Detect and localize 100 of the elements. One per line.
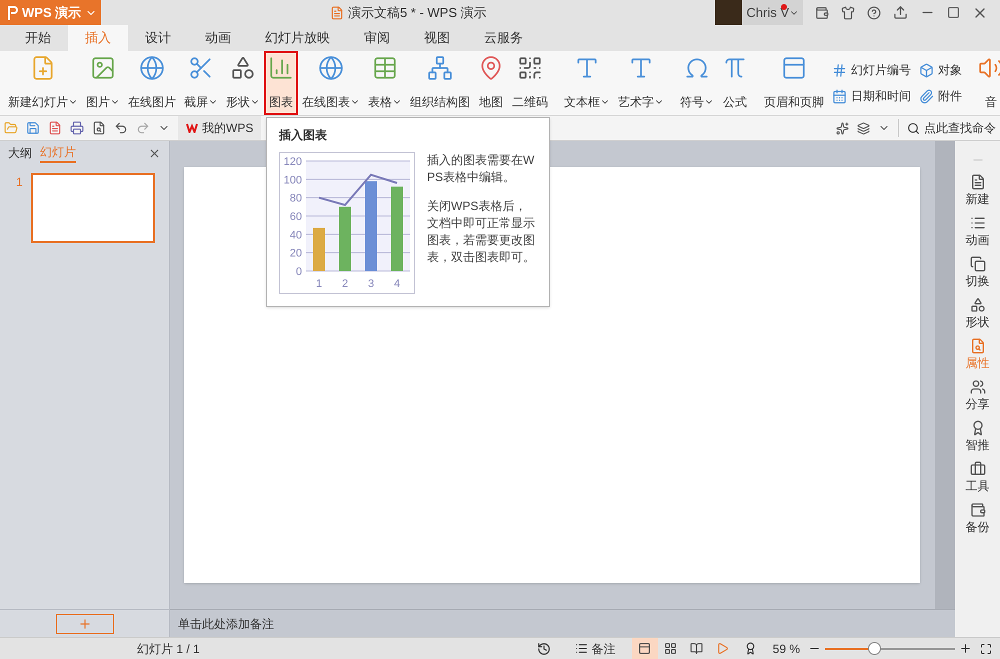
undo-icon[interactable] — [114, 121, 128, 135]
book-icon — [690, 642, 704, 655]
document-icon — [970, 174, 986, 190]
ribbon-small-button[interactable]: 附件 — [919, 87, 962, 105]
help-icon[interactable] — [867, 6, 881, 20]
ribbon-button[interactable]: 表格 — [364, 51, 406, 115]
ribbon-button[interactable]: 图表 — [264, 51, 298, 115]
normal-view-icon — [638, 642, 652, 655]
hash-icon — [832, 62, 847, 78]
qr-code-icon — [517, 55, 543, 81]
ribbon-small-button[interactable]: 日期和时间 — [832, 87, 911, 105]
sidebar-item[interactable]: 形状 — [966, 297, 990, 331]
preview-icon[interactable] — [92, 121, 106, 135]
axis-tick-label: 3 — [368, 278, 374, 290]
shapes-icon — [230, 55, 256, 81]
ribbon-button[interactable]: 地图 — [474, 51, 508, 115]
ribbon-button[interactable]: 新建幻灯片 — [4, 51, 82, 115]
ribbon-button[interactable]: 截屏 — [180, 51, 222, 115]
chart-bar — [339, 206, 351, 271]
badge-icon[interactable] — [744, 642, 757, 655]
ribbon-button[interactable]: 在线图片 — [124, 51, 180, 115]
ribbon-button[interactable]: 在线图表 — [298, 51, 364, 115]
sidebar-item[interactable]: 切换 — [966, 256, 990, 290]
axis-tick-label: 100 — [284, 174, 302, 186]
ribbon-button[interactable]: 艺术字 — [614, 51, 668, 115]
axis-tick-label: 60 — [290, 211, 302, 223]
axis-tick-label: 1 — [316, 278, 322, 290]
ribbon-tab[interactable]: 视图 — [407, 25, 467, 51]
shirt-icon[interactable] — [841, 6, 855, 20]
user-account-button[interactable]: Chris V — [742, 0, 803, 25]
grid-view-icon — [664, 642, 678, 655]
window-title: 演示文稿5 * - WPS 演示 — [348, 4, 487, 22]
ribbon-tab[interactable]: 云服务 — [467, 25, 540, 51]
box-icon — [919, 62, 934, 78]
axis-tick-label: 4 — [394, 278, 400, 290]
globe-icon — [139, 55, 165, 81]
ribbon-small-button[interactable]: 对象 — [919, 61, 962, 79]
close-icon[interactable] — [148, 146, 161, 160]
logo-icon — [186, 123, 198, 133]
print-icon[interactable] — [70, 121, 84, 135]
ribbon-tab[interactable]: 开始 — [8, 25, 68, 51]
my-wps-tab[interactable]: 我的WPS — [178, 116, 262, 140]
layers-icon[interactable] — [857, 122, 870, 134]
calendar-icon — [832, 88, 847, 104]
sidebar-item[interactable]: 新建 — [966, 174, 990, 208]
slide-thumbnail[interactable] — [30, 173, 155, 243]
fit-icon[interactable] — [980, 642, 992, 654]
upload-icon[interactable] — [893, 5, 908, 20]
avatar-placeholder — [715, 0, 742, 25]
sidebar-item[interactable]: 动画 — [966, 215, 990, 249]
sidebar-item[interactable]: 工具 — [966, 461, 990, 495]
ribbon-button[interactable]: 形状 — [222, 51, 264, 115]
history-icon[interactable] — [536, 642, 551, 656]
sidebar-item[interactable]: 智推 — [966, 420, 990, 454]
ribbon-button[interactable]: 符号 — [676, 51, 718, 115]
ribbon-tab[interactable]: 审阅 — [347, 25, 407, 51]
ribbon-button[interactable]: 页眉和页脚 — [760, 51, 828, 115]
wallet-icon[interactable] — [815, 6, 829, 20]
axis-tick-label: 80 — [290, 192, 302, 205]
axis-tick-label: 120 — [284, 156, 302, 168]
ribbon-button[interactable]: 文本框 — [560, 51, 614, 115]
command-search-field[interactable]: 点此查找命令 — [898, 119, 996, 137]
ribbon-tab[interactable]: 动画 — [188, 25, 248, 51]
zoom-in-icon[interactable] — [959, 642, 972, 655]
zoom-level: 59 % — [772, 640, 800, 658]
notes-button[interactable]: 备注 — [574, 640, 616, 658]
pdf-icon[interactable] — [48, 121, 62, 135]
plus-icon — [78, 616, 92, 630]
sidebar-item[interactable]: 分享 — [966, 379, 990, 413]
panel-tab[interactable]: 大纲 — [8, 144, 32, 162]
ribbon-button[interactable]: 图片 — [82, 51, 124, 115]
axis-tick-label: 0 — [296, 266, 302, 278]
notes-placeholder[interactable]: 单击此处添加备注 — [178, 614, 274, 632]
ribbon-small-button[interactable]: 幻灯片编号 — [832, 61, 911, 79]
ribbon-button[interactable]: 公式 — [718, 51, 752, 115]
image-icon — [90, 55, 116, 81]
toolbox-icon — [970, 461, 986, 477]
zoom-slider-thumb[interactable] — [868, 642, 882, 654]
document-icon — [330, 6, 344, 20]
view-button[interactable] — [632, 638, 658, 659]
sparkle-icon[interactable] — [836, 122, 849, 134]
axis-tick-label: 40 — [290, 229, 302, 242]
search-icon — [907, 122, 920, 134]
maximize-icon[interactable] — [947, 6, 960, 19]
save-icon[interactable] — [26, 121, 40, 135]
logo-icon — [8, 6, 18, 20]
ribbon-tab[interactable]: 设计 — [128, 25, 188, 51]
ribbon-button[interactable]: 二维码 — [508, 51, 552, 115]
scrollbar[interactable] — [935, 141, 955, 609]
ribbon-button[interactable]: 音 — [974, 51, 1000, 115]
chart-bar — [313, 228, 325, 271]
slide-counter: 幻灯片 1 / 1 — [137, 640, 200, 658]
list-icon — [970, 215, 986, 231]
sidebar-item[interactable]: 备份 — [966, 502, 990, 536]
ribbon-button[interactable]: 组织结构图 — [406, 51, 474, 115]
axis-tick-label: 2 — [342, 278, 348, 290]
copy-icon — [970, 256, 986, 272]
ribbon-tab[interactable]: 幻灯片放映 — [248, 25, 347, 51]
hierarchy-icon — [427, 55, 453, 81]
bar-chart-icon — [268, 55, 294, 81]
